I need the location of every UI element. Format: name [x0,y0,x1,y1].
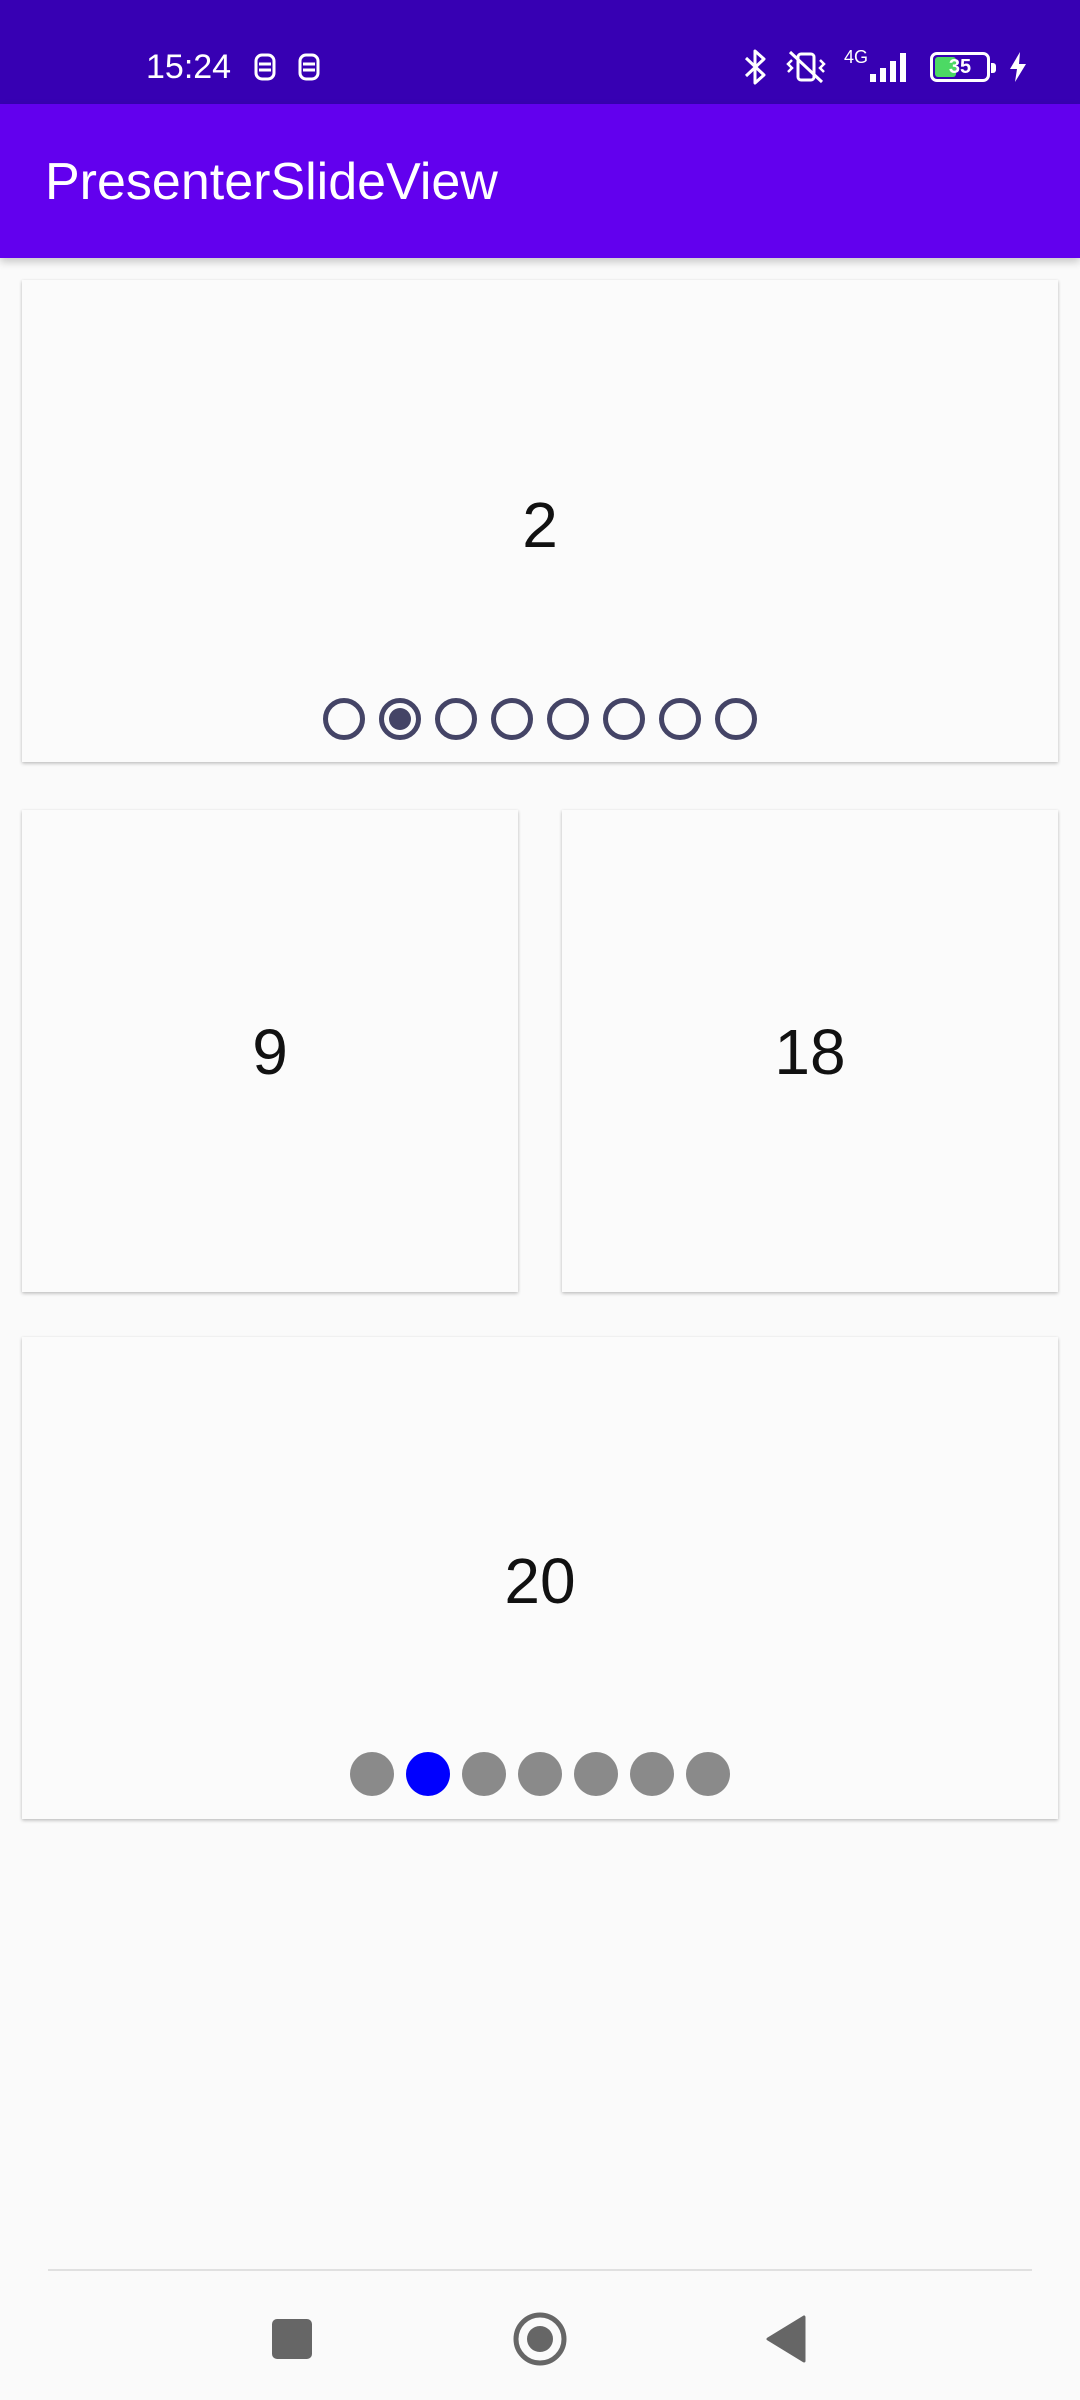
page-indicator-ring-active[interactable] [379,698,421,740]
app-title: PresenterSlideView [45,153,498,211]
app-bar: PresenterSlideView [0,104,1080,258]
status-time: 15:24 [146,48,232,86]
page-indicator-dot[interactable] [630,1752,674,1796]
page-indicator-dot[interactable] [686,1752,730,1796]
page-indicator-dot[interactable] [574,1752,618,1796]
page-indicator-dot[interactable] [462,1752,506,1796]
notification-icon [296,52,322,87]
status-system-icons: 4G 35 [742,46,1028,86]
page-indicator-rings [22,698,1058,740]
network-type-label: 4G [843,46,868,67]
page-indicator-dot[interactable] [518,1752,562,1796]
signal-icon: 4G [843,46,912,84]
slide-number: 2 [522,489,558,561]
page-indicator-ring[interactable] [323,698,365,740]
home-icon[interactable] [512,2311,568,2367]
page-indicator-dot[interactable] [350,1752,394,1796]
slide-card-bottom[interactable]: 20 [22,1337,1058,1819]
page-indicator-ring[interactable] [603,698,645,740]
page-indicator-ring[interactable] [659,698,701,740]
navigation-bar [0,2271,1080,2400]
notification-icon [252,52,278,87]
battery-level: 35 [948,55,972,78]
vibrate-off-icon [786,48,826,86]
slide-number: 20 [504,1545,576,1617]
page-indicator-ring[interactable] [547,698,589,740]
page-indicator-dot-active[interactable] [406,1752,450,1796]
slide-card-left[interactable]: 9 [22,810,518,1292]
page-indicator-ring[interactable] [715,698,757,740]
page-indicator-ring[interactable] [491,698,533,740]
charging-icon [1008,51,1028,83]
back-icon[interactable] [758,2311,814,2367]
battery-icon: 35 [930,52,996,82]
recent-apps-icon[interactable] [264,2311,320,2367]
status-notification-icons [252,52,322,87]
slide-card-right[interactable]: 18 [562,810,1058,1292]
bluetooth-icon [742,48,768,86]
slide-number: 18 [774,1016,846,1088]
page-indicator-ring[interactable] [435,698,477,740]
slide-card-top[interactable]: 2 [22,280,1058,762]
slide-number: 9 [252,1016,288,1088]
page-indicator-dots [22,1752,1058,1796]
status-bar: 15:24 4G 35 [0,0,1080,104]
